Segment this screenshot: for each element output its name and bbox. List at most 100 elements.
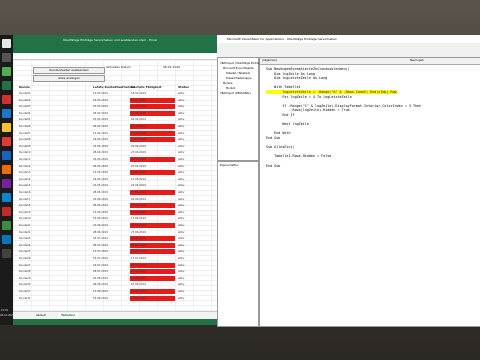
code-line[interactable]: Next lngZeile xyxy=(266,122,309,126)
table-row[interactable]: Kunde25 13.07.2019 12.07.2019 aktiv xyxy=(13,249,217,254)
table-row[interactable]: Kunde10 28.04.2019 27.04.2019 aktiv xyxy=(13,150,217,155)
table-cell: 08.06.2019 xyxy=(93,204,108,208)
tree-item[interactable]: Module xyxy=(223,82,232,85)
table-cell: Kunde29 xyxy=(19,276,31,280)
tree-item[interactable]: VBAProject (Überfällige Einträge) xyxy=(220,62,263,65)
word-icon[interactable] xyxy=(2,151,11,160)
table-cell: 08.08.2019 xyxy=(93,283,108,287)
properties-window[interactable]: Eigenschaften xyxy=(217,161,259,327)
table-row[interactable]: Kunde14 18.05.2019 17.05.2019 aktiv xyxy=(13,177,217,182)
table-cell: 13.04.2019 xyxy=(93,131,108,135)
code-line[interactable]: With Tabelle1 xyxy=(266,85,301,89)
table-cell: Kunde31 xyxy=(19,290,31,293)
code-line[interactable]: Dim lngZeile As Long xyxy=(266,72,315,76)
tree-item[interactable]: DieseArbeitsmappe xyxy=(226,77,251,80)
table-row[interactable]: Kunde06 08.04.2019 07.04.2019 aktiv xyxy=(13,124,217,129)
table-row[interactable]: Kunde08 18.04.2019 17.04.2019 aktiv xyxy=(13,137,217,142)
code-line[interactable]: Tabelle1.Rows.Hidden = False xyxy=(266,154,331,158)
onenote-icon[interactable] xyxy=(2,179,11,188)
table-row[interactable]: Kunde11 03.05.2019 02.05.2019 aktiv xyxy=(13,157,217,162)
table-cell: aktiv xyxy=(178,158,185,161)
task-view-icon[interactable] xyxy=(2,53,11,62)
code-line[interactable]: Dim lngLetzteZeile As Long xyxy=(266,76,327,80)
table-row[interactable]: Kunde04 28.03.2019 27.03.2019 aktiv xyxy=(13,111,217,116)
table-cell: Kunde28 xyxy=(19,270,31,274)
taskbar xyxy=(0,35,13,325)
table-row[interactable]: Kunde26 18.07.2019 17.07.2019 aktiv xyxy=(13,256,217,261)
table-row[interactable]: Kunde22 28.06.2019 27.06.2019 aktiv xyxy=(13,230,217,235)
tree-item[interactable]: Tabelle1 (Tabelle1) xyxy=(226,72,250,75)
project-explorer[interactable]: VBAProject (Überfällige Einträge) Micros… xyxy=(217,57,263,161)
procedure-dropdown[interactable]: NeuUngeb xyxy=(410,59,424,62)
table-row[interactable]: Kunde07 13.04.2019 12.04.2019 aktiv xyxy=(13,131,217,136)
code-line[interactable]: For lngZeile = 4 To lngLetzteZeile xyxy=(266,95,351,99)
table-cell: 18.06.2019 xyxy=(93,217,108,221)
table-row[interactable]: Kunde18 08.06.2019 07.06.2019 aktiv xyxy=(13,203,217,208)
table-row[interactable]: Kunde16 28.05.2019 27.05.2019 aktiv xyxy=(13,190,217,195)
hide-button[interactable]: Kunden/Leiter ausblenden xyxy=(33,67,105,74)
code-line[interactable]: Sub NeuUngebFormatierteZeilenAusblenden(… xyxy=(266,67,350,71)
show-all-button[interactable]: Alles anzeigen xyxy=(33,75,105,82)
table-cell: aktiv xyxy=(178,296,185,300)
table-row[interactable]: Kunde17 03.06.2019 02.06.2019 aktiv xyxy=(13,197,217,202)
app-icon[interactable] xyxy=(2,95,11,104)
table-cell: aktiv xyxy=(178,191,185,194)
app-icon[interactable] xyxy=(2,249,11,258)
table-row[interactable]: Kunde05 03.04.2019 02.04.2019 aktiv xyxy=(13,117,217,122)
table-cell: Kunde30 xyxy=(19,283,31,287)
app-icon[interactable] xyxy=(2,67,11,76)
table-row[interactable]: Kunde13 13.05.2019 12.05.2019 aktiv xyxy=(13,170,217,175)
code-line[interactable]: End Sub xyxy=(266,164,280,168)
table-row[interactable]: Kunde03 23.03.2019 22.03.2019 aktiv xyxy=(13,104,217,109)
table-row[interactable]: Kunde32 18.08.2019 17.08.2019 aktiv xyxy=(13,296,217,301)
object-dropdown[interactable]: (Allgemein) xyxy=(262,59,277,62)
table-cell: Kunde27 xyxy=(19,263,31,267)
table-row[interactable]: Kunde15 23.05.2019 22.05.2019 aktiv xyxy=(13,183,217,188)
code-line[interactable]: Sub AllesEin() xyxy=(266,145,295,149)
table-cell: 08.07.2019 xyxy=(93,243,108,247)
app-icon[interactable] xyxy=(2,235,11,244)
table-row[interactable]: Kunde21 23.06.2019 22.06.2019 aktiv xyxy=(13,223,217,228)
table-cell: 27.04.2019 xyxy=(131,151,146,155)
app-icon[interactable] xyxy=(2,193,11,202)
code-line[interactable]: End If xyxy=(266,113,294,117)
table-row[interactable]: Kunde02 18.03.2019 19.03.2019 aktiv xyxy=(13,98,217,103)
table-row[interactable]: Kunde20 18.06.2019 17.06.2019 aktiv xyxy=(13,216,217,221)
tree-item[interactable]: Modul1 xyxy=(226,87,236,90)
table-row[interactable]: Kunde28 28.07.2019 27.07.2019 aktiv xyxy=(13,269,217,274)
table-row[interactable]: Kunde12 08.05.2019 07.05.2019 aktiv xyxy=(13,164,217,169)
powerpoint-icon[interactable] xyxy=(2,165,11,174)
tree-item[interactable]: Microsoft Excel Objekte xyxy=(223,67,253,70)
outlook-icon[interactable] xyxy=(2,109,11,118)
table-row[interactable]: Kunde24 08.07.2019 07.07.2019 aktiv xyxy=(13,243,217,248)
app-icon[interactable] xyxy=(2,221,11,230)
table-row[interactable]: Kunde31 13.08.2019 12.08.2019 aktiv xyxy=(13,289,217,294)
table-row[interactable]: Kunde27 23.07.2019 22.07.2019 aktiv xyxy=(13,263,217,268)
table-cell: Kunde11 xyxy=(19,158,31,161)
app-icon[interactable] xyxy=(2,137,11,146)
folder-icon[interactable] xyxy=(2,123,11,132)
table-row[interactable]: Kunde29 03.08.2019 02.08.2019 aktiv xyxy=(13,276,217,281)
table-cell: 28.05.2019 xyxy=(93,191,108,194)
table-cell: Kunde07 xyxy=(19,131,31,135)
tree-item[interactable]: VBAProject (PERSONAL) xyxy=(220,92,251,95)
code-line[interactable]: End With xyxy=(266,131,290,135)
table-row[interactable]: Kunde01 13.03.2019 18.03.2019 aktiv xyxy=(13,91,217,96)
code-line[interactable]: lngLetzteZeile = .Range("A" & .Rows.Coun… xyxy=(266,90,397,94)
search-icon[interactable] xyxy=(2,39,11,48)
table-cell: 23.05.2019 xyxy=(93,184,108,188)
app-icon[interactable] xyxy=(2,207,11,216)
table-cell: 18.03.2019 xyxy=(131,92,146,95)
code-line[interactable]: .Rows(lngZeile).Hidden = True xyxy=(266,108,349,112)
table-row[interactable]: Kunde30 08.08.2019 07.08.2019 aktiv xyxy=(13,282,217,287)
code-line[interactable]: End Sub xyxy=(266,136,280,140)
table-row[interactable]: Kunde23 03.07.2019 02.07.2019 aktiv xyxy=(13,236,217,241)
code-window[interactable]: (Allgemein) NeuUngeb Sub NeuUngebFormati… xyxy=(259,57,480,327)
table-row[interactable]: Kunde09 23.04.2019 22.04.2019 aktiv xyxy=(13,144,217,149)
code-line[interactable]: If .Range("C" & lngZeile).DisplayFormat.… xyxy=(266,104,421,108)
table-row[interactable]: Kunde19 13.06.2019 12.06.2019 aktiv xyxy=(13,210,217,215)
excel-icon[interactable] xyxy=(2,81,11,90)
table-cell: 12.05.2019 xyxy=(131,171,146,175)
clock-time[interactable]: 10:01 xyxy=(1,309,8,312)
spreadsheet-grid[interactable]: Kunden/Leiter ausblenden Alles anzeigen … xyxy=(13,59,217,311)
